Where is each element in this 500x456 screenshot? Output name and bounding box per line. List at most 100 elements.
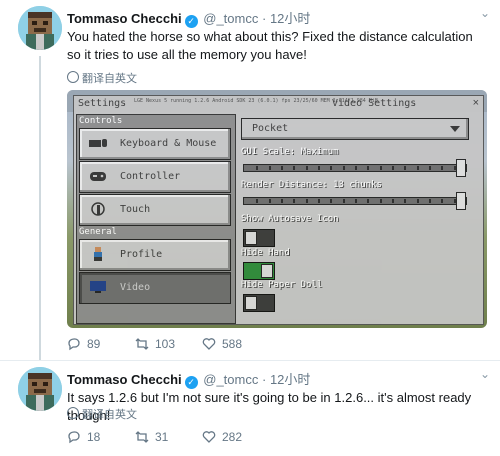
- graphics-preset-dropdown[interactable]: Pocket: [241, 118, 469, 140]
- chevron-down-icon[interactable]: ⌄: [480, 6, 490, 20]
- retweet-count: 103: [155, 337, 176, 351]
- globe-icon: [67, 407, 79, 419]
- slider-tick: [380, 166, 382, 170]
- slider-tick: [293, 199, 295, 203]
- close-icon[interactable]: ×: [473, 97, 479, 109]
- slider-tick: [392, 166, 394, 170]
- slider-tick: [355, 199, 357, 203]
- tweet-header: Tommaso Checchi ✓ @_tomcc · 12小时: [67, 8, 310, 28]
- display-name[interactable]: Tommaso Checchi: [67, 11, 182, 26]
- hide-hand-label: Hide Hand: [241, 248, 290, 258]
- hide-paper-doll-toggle[interactable]: [243, 294, 275, 312]
- slider-tick: [429, 166, 431, 170]
- video-icon: [90, 281, 106, 293]
- globe-icon: [67, 71, 79, 83]
- touch-icon: [91, 202, 105, 216]
- slider-knob[interactable]: [456, 192, 466, 210]
- reply-icon: [68, 431, 80, 444]
- controls-section-label: Controls: [79, 116, 123, 126]
- slider-tick: [355, 166, 357, 170]
- slider-tick: [392, 199, 394, 203]
- timestamp[interactable]: 12小时: [270, 372, 310, 387]
- avatar-image: [18, 367, 62, 411]
- gui-scale-slider[interactable]: [243, 159, 467, 177]
- autosave-icon-label: Show Autosave Icon: [241, 214, 339, 224]
- reply-icon: [68, 338, 80, 351]
- slider-tick: [380, 199, 382, 203]
- avatar[interactable]: [18, 6, 62, 50]
- slider-tick: [441, 199, 443, 203]
- slider-tick: [256, 166, 258, 170]
- reply-button[interactable]: 89: [67, 337, 100, 351]
- user-handle[interactable]: @_tomcc: [203, 11, 258, 26]
- general-section-label: General: [79, 227, 117, 237]
- slider-tick: [429, 199, 431, 203]
- like-button[interactable]: 588: [202, 337, 242, 351]
- thread-line: [39, 56, 41, 361]
- like-count: 282: [222, 430, 243, 444]
- slider-tick: [269, 166, 271, 170]
- like-button[interactable]: 282: [202, 430, 242, 444]
- translate-label: 翻译自英文: [82, 409, 137, 421]
- hide-paper-doll-label: Hide Paper Doll: [241, 280, 323, 290]
- heart-icon: [202, 338, 216, 350]
- avatar-image: [18, 6, 62, 50]
- retweet-count: 31: [155, 430, 169, 444]
- slider-tick: [417, 166, 419, 170]
- slider-knob[interactable]: [456, 159, 466, 177]
- reply-button[interactable]: 18: [67, 430, 100, 444]
- dropdown-value: Pocket: [252, 123, 289, 134]
- tweet-media-screenshot[interactable]: Settings LGE Nexus 5 running 1.2.6 Andro…: [67, 90, 487, 328]
- translate-link[interactable]: 翻译自英文: [67, 406, 137, 422]
- slider-tick: [293, 166, 295, 170]
- tweet-2[interactable]: Tommaso Checchi ✓ @_tomcc · 12小时 ⌄ It say…: [0, 360, 500, 456]
- slider-tick: [306, 199, 308, 203]
- tweet-header: Tommaso Checchi ✓ @_tomcc · 12小时: [67, 369, 310, 389]
- translate-link[interactable]: 翻译自英文: [67, 70, 137, 86]
- separator: ·: [261, 11, 267, 26]
- avatar[interactable]: [18, 367, 62, 411]
- slider-tick: [330, 199, 332, 203]
- display-name[interactable]: Tommaso Checchi: [67, 372, 182, 387]
- video-settings-panel: Pocket GUI Scale: Maximum Render Distanc…: [239, 114, 479, 322]
- verified-badge-icon: ✓: [184, 15, 198, 28]
- keyboard-mouse-button[interactable]: Keyboard & Mouse: [79, 128, 231, 160]
- retweet-button[interactable]: 31: [135, 430, 168, 444]
- slider-tick: [256, 199, 258, 203]
- slider-tick: [281, 199, 283, 203]
- slider-tick: [367, 199, 369, 203]
- controller-icon: [90, 172, 106, 181]
- controller-button[interactable]: Controller: [79, 161, 231, 193]
- slider-tick: [417, 199, 419, 203]
- chevron-down-icon[interactable]: ⌄: [480, 367, 490, 381]
- toggle-knob: [261, 264, 273, 278]
- video-label: Video: [120, 282, 151, 293]
- tweet-1[interactable]: Tommaso Checchi ✓ @_tomcc · 12小时 ⌄ You ha…: [0, 0, 500, 361]
- slider-tick: [318, 166, 320, 170]
- hide-hand-toggle[interactable]: [243, 262, 275, 280]
- translate-label: 翻译自英文: [82, 73, 137, 85]
- slider-tick: [404, 199, 406, 203]
- tweet-text: You hated the horse so what about this? …: [67, 29, 473, 62]
- toggle-knob: [245, 296, 257, 310]
- reply-count: 89: [87, 337, 101, 351]
- autosave-icon-toggle[interactable]: [243, 229, 275, 247]
- touch-button[interactable]: Touch: [79, 194, 231, 226]
- slider-tick: [343, 199, 345, 203]
- profile-button[interactable]: Profile: [79, 239, 231, 271]
- slider-tick: [441, 166, 443, 170]
- profile-icon: [94, 247, 102, 261]
- slider-tick: [454, 166, 456, 170]
- retweet-icon: [135, 431, 149, 443]
- render-distance-slider[interactable]: [243, 192, 467, 210]
- gui-scale-label: GUI Scale: Maximum: [241, 147, 339, 157]
- user-handle[interactable]: @_tomcc: [203, 372, 258, 387]
- retweet-button[interactable]: 103: [135, 337, 175, 351]
- slider-tick: [367, 166, 369, 170]
- heart-icon: [202, 431, 216, 443]
- render-distance-label: Render Distance: 13 chunks: [241, 180, 382, 190]
- video-button[interactable]: Video: [79, 272, 231, 304]
- touch-label: Touch: [120, 204, 151, 215]
- reply-count: 18: [87, 430, 101, 444]
- timestamp[interactable]: 12小时: [270, 11, 310, 26]
